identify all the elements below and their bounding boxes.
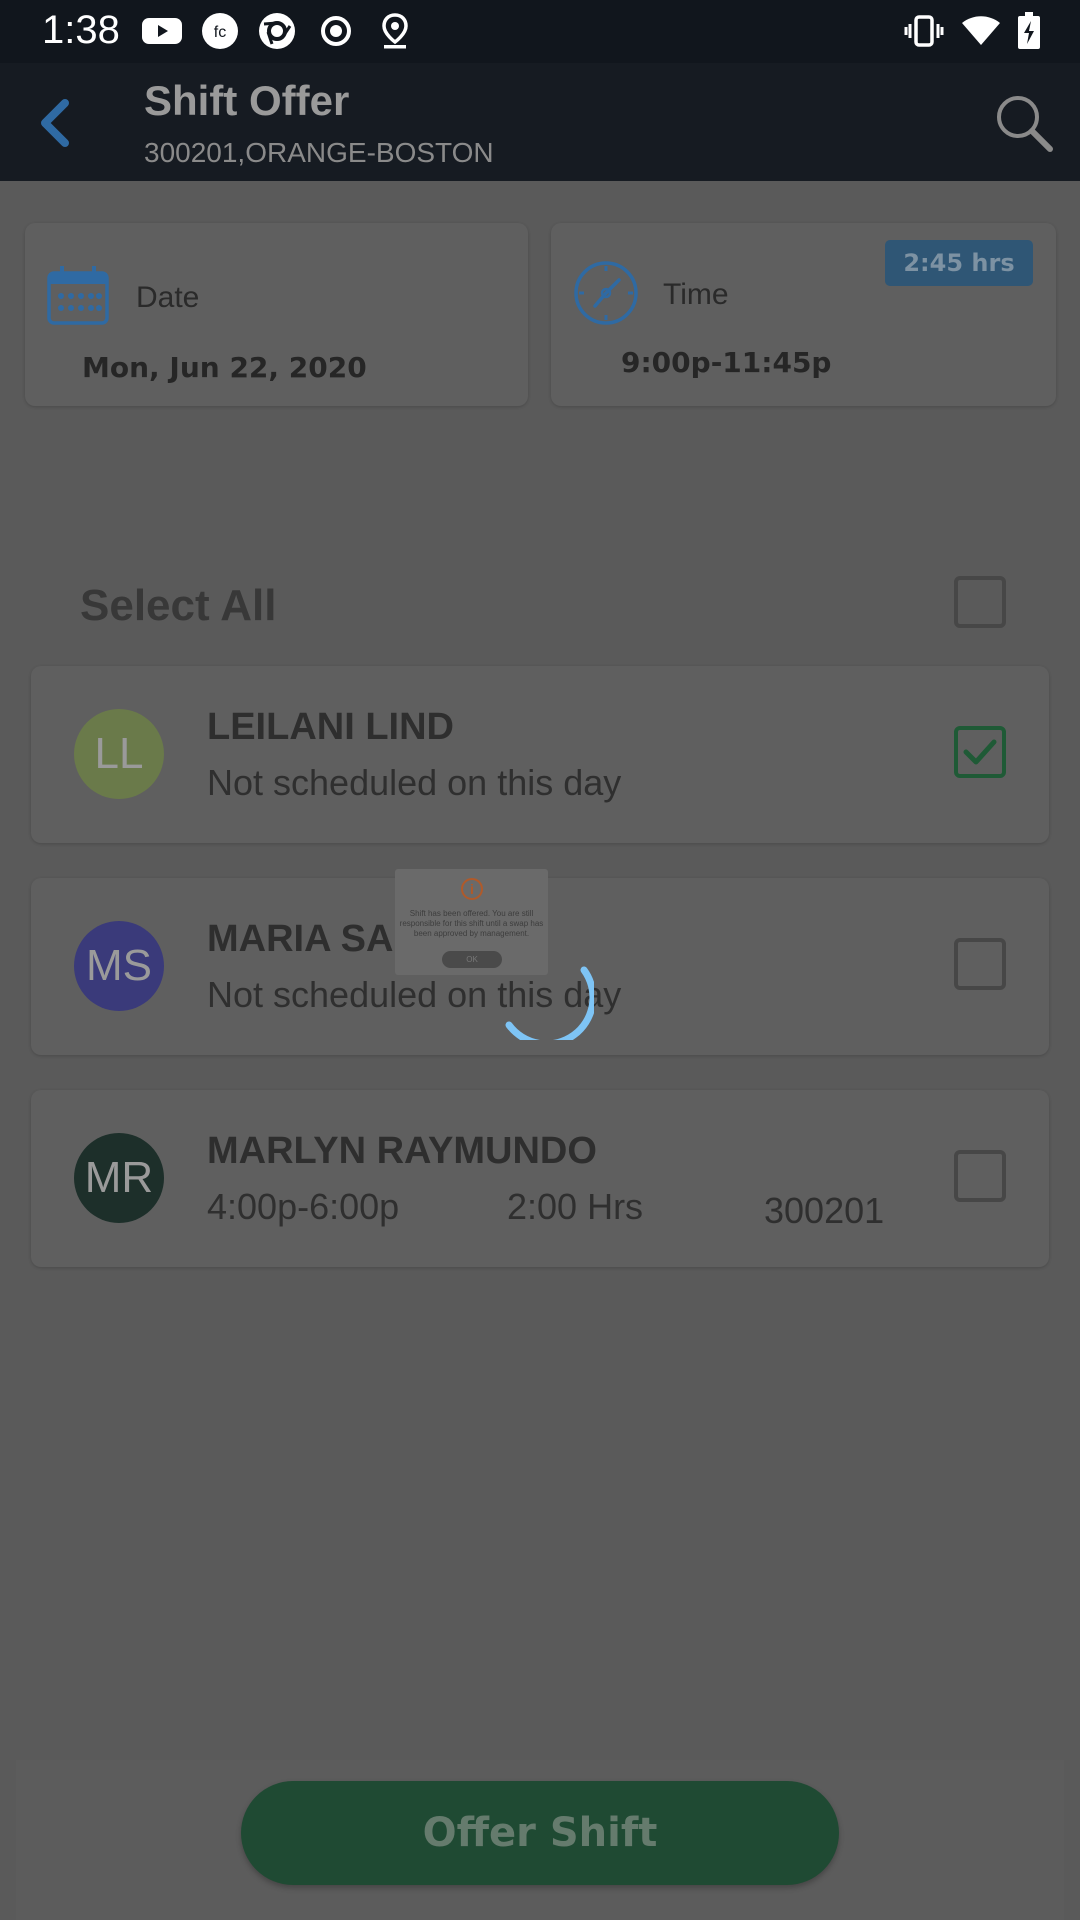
unit-number: 300201 — [764, 1190, 885, 1231]
select-all-label: Select All — [80, 581, 277, 630]
time-label: Time — [663, 278, 729, 311]
avatar: MS — [74, 921, 164, 1011]
page-subtitle: 300201,ORANGE-BOSTON — [144, 137, 494, 168]
employee-name: LEILANI LIND — [207, 706, 454, 748]
status-time: 1:38 — [42, 8, 120, 52]
info-icon: i — [461, 878, 483, 900]
battery-charging-icon — [1014, 12, 1044, 50]
camera-shutter-icon — [257, 12, 297, 50]
time-card: 2:45 hrs Time 9:00p-11:45p — [551, 223, 1056, 406]
search-button[interactable] — [994, 93, 1058, 157]
list-item[interactable]: LL LEILANI LIND Not scheduled on this da… — [31, 666, 1049, 843]
calendar-icon — [47, 266, 109, 325]
app-bar: Shift Offer 300201,ORANGE-BOSTON — [0, 63, 1080, 181]
date-label: Date — [136, 281, 200, 314]
back-button[interactable] — [30, 91, 80, 155]
fc-app-icon: fc — [200, 12, 240, 50]
time-value: 9:00p-11:45p — [621, 346, 832, 379]
dialog-ok-button[interactable]: OK — [442, 951, 502, 968]
check-icon — [963, 739, 997, 765]
duration-badge: 2:45 hrs — [885, 240, 1033, 286]
back-arrow-icon — [41, 99, 69, 147]
location-pin-icon — [378, 12, 412, 50]
vibrate-icon — [904, 12, 944, 50]
employee-checkbox[interactable] — [954, 1150, 1006, 1202]
wifi-icon — [960, 12, 1002, 50]
record-icon — [318, 12, 354, 50]
employee-status: Not scheduled on this day — [207, 762, 622, 803]
status-bar: 1:38 fc — [0, 0, 1080, 63]
svg-text:fc: fc — [214, 24, 226, 41]
employee-checkbox[interactable] — [954, 726, 1006, 778]
list-item[interactable]: MR MARLYN RAYMUNDO 4:00p-6:00p 2:00 Hrs … — [31, 1090, 1049, 1267]
youtube-icon — [142, 12, 182, 50]
date-card: Date Mon, Jun 22, 2020 — [25, 223, 528, 406]
page-title: Shift Offer — [144, 77, 350, 124]
avatar: LL — [74, 709, 164, 799]
employee-checkbox[interactable] — [954, 938, 1006, 990]
offer-shift-button[interactable]: Offer Shift — [241, 1781, 839, 1885]
search-icon — [997, 96, 1053, 152]
shift-time: 4:00p-6:00p — [207, 1186, 400, 1227]
main-content: Date Mon, Jun 22, 2020 2:45 hrs Time 9:0… — [0, 181, 1080, 1920]
date-value: Mon, Jun 22, 2020 — [82, 351, 367, 384]
avatar: MR — [74, 1133, 164, 1223]
loading-spinner-icon — [505, 966, 594, 1040]
dialog-message: Shift has been offered. You are still re… — [399, 909, 544, 938]
select-all-checkbox[interactable] — [954, 576, 1006, 628]
clock-icon — [574, 261, 638, 325]
shift-hours: 2:00 Hrs — [507, 1186, 644, 1227]
employee-name: MARLYN RAYMUNDO — [207, 1130, 597, 1172]
